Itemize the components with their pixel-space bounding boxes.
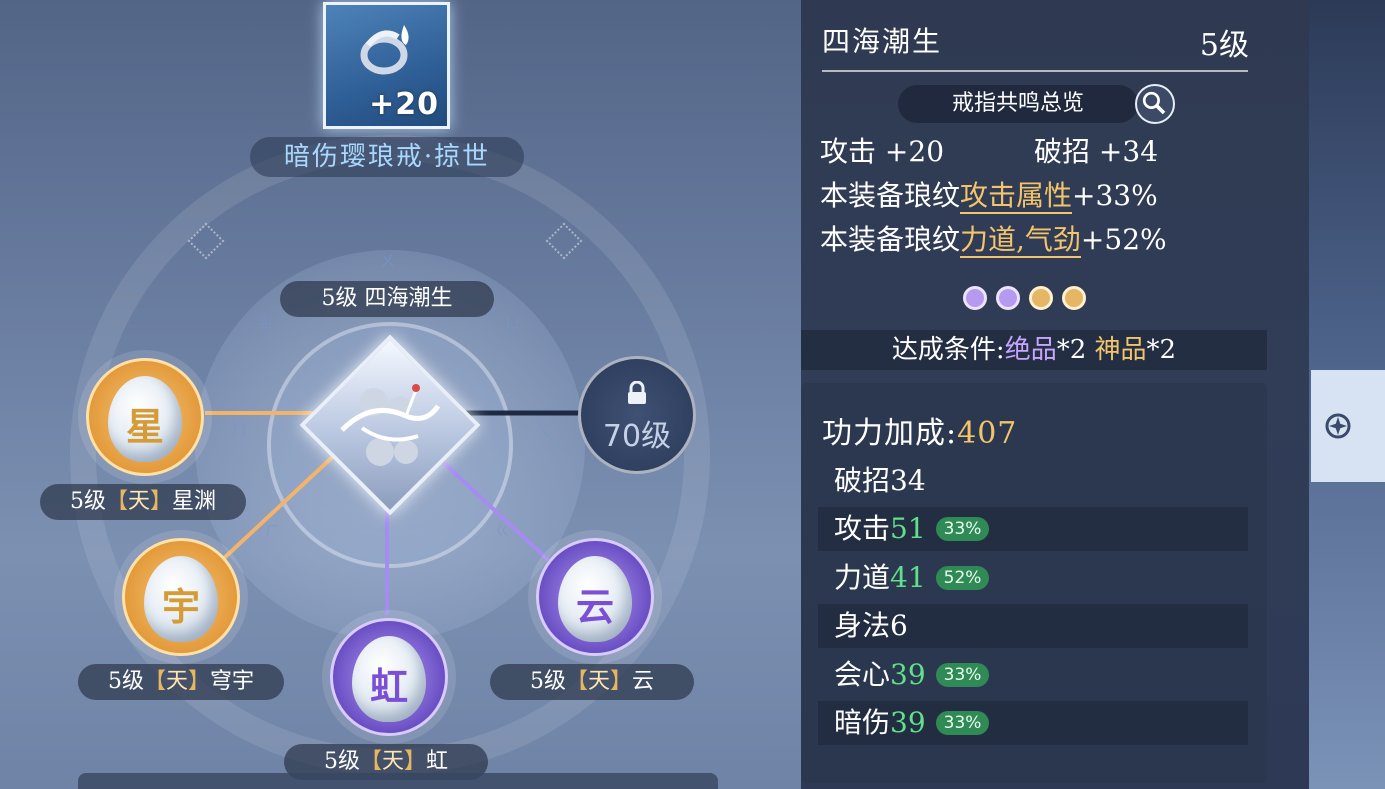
rune-glyph: 星: [125, 404, 164, 450]
percent-badge: 33%: [935, 663, 990, 687]
slot-label-yun: 5级【天】云: [490, 664, 694, 700]
gem-purple-icon: [996, 286, 1020, 310]
locked-rune-slot[interactable]: 70级: [578, 356, 696, 474]
stat-row-crit: 会心39 33%: [818, 653, 1248, 697]
detail-panel: 四海潮生 5级 戒指共鸣总览 攻击 +20 破招 +34 本装备琅纹攻击属性+3…: [801, 0, 1309, 789]
rune-bonus-line-2: 本装备琅纹力道,气劲+52%: [820, 223, 1167, 258]
rune-glyph: 宇: [161, 584, 200, 630]
rune-glyph: 云: [575, 584, 614, 630]
enhance-level: +20: [369, 87, 439, 122]
attack-bonus: 攻击 +20: [820, 135, 945, 168]
equipment-name: 暗伤璎琅戒·掠世: [250, 137, 524, 177]
quality-gems: [963, 286, 1095, 314]
magnifier-button[interactable]: [1135, 84, 1175, 124]
rune-stone: 虹: [352, 636, 426, 723]
achieve-condition: 达成条件:绝品*2 神品*2: [801, 330, 1267, 370]
compass-icon: [1325, 413, 1351, 439]
panel-level: 5级: [1199, 28, 1249, 63]
title-divider: [822, 70, 1248, 72]
power-bonus-title: 功力加成:407: [822, 416, 1018, 451]
rune-slot-qiongyu[interactable]: 宇: [122, 538, 240, 656]
unlock-level: 70级: [602, 419, 672, 454]
slot-label-qiongyu: 5级【天】穹宇: [78, 664, 284, 700]
stat-row-strength: 力道41 52%: [818, 556, 1248, 600]
rune-stone: 宇: [144, 556, 218, 643]
magnifier-icon: [1142, 91, 1166, 115]
percent-badge: 52%: [935, 566, 990, 590]
core-label: 5级 四海潮生: [280, 281, 494, 317]
ring-icon: [360, 25, 409, 75]
rune-slot-hong[interactable]: 虹: [330, 618, 448, 736]
stat-row-attack: 攻击51 33%: [818, 507, 1248, 551]
percent-badge: 33%: [935, 517, 990, 541]
panel-title: 四海潮生: [822, 25, 943, 58]
gem-gold-icon: [1029, 286, 1053, 310]
rune-slot-yun[interactable]: 云: [536, 538, 654, 656]
overview-button[interactable]: 戒指共鸣总览: [898, 85, 1138, 123]
crane-emblem-icon: [340, 384, 441, 466]
stat-row-pierce: 破招34: [834, 464, 926, 497]
rune-stone: 云: [558, 556, 632, 643]
rune-stone: 星: [108, 376, 182, 463]
power-bonus-box: 功力加成:407 破招34 攻击51 33% 力道41 52% 身法6 会心39 33…: [801, 383, 1267, 783]
pierce-bonus: 破招 +34: [1034, 135, 1159, 168]
rune-slot-xingyuan[interactable]: 星: [86, 358, 204, 476]
gem-purple-icon: [963, 286, 987, 310]
gem-gold-icon: [1062, 286, 1086, 310]
rune-bonus-line-1: 本装备琅纹攻击属性+33%: [820, 179, 1158, 214]
stat-row-agility: 身法6: [818, 604, 1248, 648]
equipment-card[interactable]: +20: [323, 2, 450, 129]
percent-badge: 33%: [935, 711, 990, 735]
stat-row-dark-wound: 暗伤39 33%: [818, 701, 1248, 745]
slot-label-xingyuan: 5级【天】星渊: [40, 484, 246, 520]
lock-icon: [628, 381, 646, 404]
bottom-tab-bar: [78, 773, 718, 789]
resonance-scene: ㄨ ㄓ ㄩ ㄇ ㄑ ㄏ ㄍ +20 暗伤璎琅戒·掠世 5级 四海潮生 星 5级【…: [0, 0, 800, 789]
rune-glyph: 虹: [369, 664, 408, 710]
